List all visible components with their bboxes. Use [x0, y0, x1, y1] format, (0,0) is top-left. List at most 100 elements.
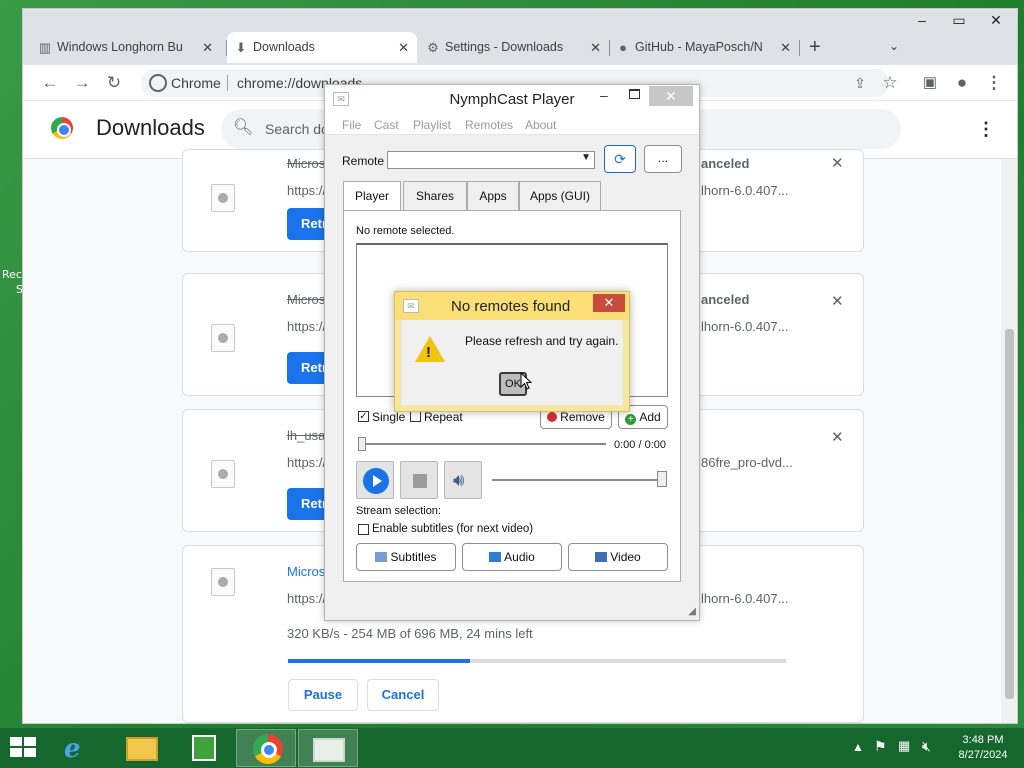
taskbar-file-explorer[interactable]	[112, 729, 172, 767]
volume-slider-handle[interactable]	[657, 471, 667, 487]
menu-kebab-icon[interactable]: ⋮	[981, 70, 1007, 96]
enable-subtitles-checkbox[interactable]	[358, 524, 369, 535]
time-display: 0:00 / 0:00	[614, 439, 666, 451]
download-progress-fill	[288, 659, 470, 663]
close-icon[interactable]: ✕	[831, 292, 844, 310]
close-button[interactable]: ✕	[649, 86, 693, 106]
scroll-thumb[interactable]	[1005, 329, 1014, 699]
file-icon	[211, 184, 235, 212]
maximize-button[interactable]	[629, 89, 640, 99]
tab-shares[interactable]: Shares	[403, 181, 467, 211]
video-button[interactable]: Video	[568, 543, 668, 571]
download-filename[interactable]: Micros	[287, 156, 325, 171]
more-button[interactable]: ...	[644, 145, 682, 173]
menu-cast[interactable]: Cast	[374, 118, 399, 132]
menu-about[interactable]: About	[525, 118, 556, 132]
back-button[interactable]: ←	[37, 70, 63, 96]
menu-file[interactable]: File	[342, 118, 361, 132]
profile-avatar-icon[interactable]: ●	[949, 70, 975, 96]
scrollbar[interactable]	[1001, 159, 1017, 723]
system-clock[interactable]: 3:48 PM 8/27/2024	[948, 733, 1018, 763]
single-label: Single	[372, 410, 406, 424]
taskbar-chrome[interactable]	[236, 729, 296, 767]
remote-select[interactable]: ▼	[387, 151, 595, 169]
pause-button[interactable]: Pause	[288, 679, 358, 711]
tab-player[interactable]: Player	[343, 181, 401, 212]
subtitles-icon	[375, 552, 388, 562]
tab-label: Downloads	[253, 40, 315, 54]
taskbar-store[interactable]	[174, 729, 234, 767]
close-icon[interactable]: ✕	[780, 32, 791, 63]
windows-logo-icon	[10, 748, 22, 757]
taskbar: e ▲ ⚑ ▦ 🔇︎ 3:48 PM 8/27/2024	[0, 728, 1024, 768]
mute-button[interactable]: 🔊︎	[444, 461, 482, 499]
dialog-message: Please refresh and try again.	[465, 334, 619, 348]
taskbar-nymphcast[interactable]	[298, 729, 358, 767]
menu-playlist[interactable]: Playlist	[413, 118, 451, 132]
subtitles-button[interactable]: Subtitles	[356, 543, 456, 571]
download-filename[interactable]: Micros	[287, 292, 325, 307]
minimize-button[interactable]: –	[600, 87, 608, 103]
resize-grip-icon[interactable]: ◢	[688, 606, 696, 617]
refresh-remotes-button[interactable]: ⟳	[604, 145, 636, 173]
close-icon[interactable]: ✕	[398, 32, 409, 63]
close-icon[interactable]: ✕	[831, 428, 844, 446]
close-button[interactable]: ✕	[593, 294, 625, 312]
download-filename[interactable]: lh_usa	[287, 428, 325, 443]
more-options-icon[interactable]: ⋮	[977, 119, 995, 140]
maximize-button[interactable]: ▭	[940, 9, 978, 31]
tab-settings-downloads[interactable]: ⚙ Settings - Downloads ✕	[419, 32, 609, 63]
tab-downloads[interactable]: ⬇ Downloads ✕	[227, 32, 417, 63]
new-tab-button[interactable]: +	[809, 36, 821, 59]
tab-windows-longhorn[interactable]: ▥ Windows Longhorn Bu ✕	[31, 32, 221, 63]
taskbar-internet-explorer[interactable]: e	[50, 729, 110, 767]
desktop-icon-label[interactable]: Rec	[2, 268, 22, 281]
repeat-checkbox[interactable]	[410, 411, 421, 422]
stop-button[interactable]	[400, 461, 438, 499]
enable-subtitles-label: Enable subtitles (for next video)	[372, 523, 534, 535]
nymphcast-titlebar[interactable]: ✉ NymphCast Player – ✕	[325, 85, 699, 115]
windows-logo-icon	[24, 737, 36, 746]
cancel-button[interactable]: Cancel	[367, 679, 439, 711]
repeat-label: Repeat	[424, 410, 463, 424]
window-title: NymphCast Player	[449, 91, 575, 108]
minimize-button[interactable]: –	[903, 9, 941, 31]
reload-button[interactable]: ↻	[101, 70, 127, 96]
internet-explorer-icon: e	[64, 734, 81, 764]
start-button[interactable]	[10, 737, 38, 759]
close-icon[interactable]: ✕	[202, 32, 213, 63]
network-icon[interactable]: ▦	[898, 738, 910, 754]
side-panel-icon[interactable]: ▣	[917, 70, 943, 96]
audio-button[interactable]: Audio	[462, 543, 562, 571]
bookmark-star-icon[interactable]: ☆	[877, 70, 903, 96]
share-icon[interactable]: ⇪	[847, 70, 873, 96]
seek-slider-handle[interactable]	[358, 437, 366, 451]
windows-logo-icon	[10, 737, 22, 746]
close-icon[interactable]: ✕	[590, 32, 601, 63]
tab-search-chevron-icon[interactable]: ⌄	[889, 39, 899, 53]
dialog-titlebar[interactable]: ✉ No remotes found ✕	[395, 292, 629, 320]
show-hidden-icons-icon[interactable]: ▲	[852, 740, 864, 754]
menu-remotes[interactable]: Remotes	[465, 118, 513, 132]
play-button[interactable]	[356, 461, 394, 499]
tab-github[interactable]: ● GitHub - MayaPosch/N ✕	[609, 32, 799, 63]
stream-selection-label: Stream selection:	[356, 505, 441, 517]
volume-slider-track[interactable]	[492, 479, 662, 481]
single-checkbox[interactable]: ✓	[358, 411, 369, 422]
tab-label: Windows Longhorn Bu	[57, 40, 183, 54]
forward-button[interactable]: →	[69, 70, 95, 96]
download-filename[interactable]: Micros	[287, 564, 325, 579]
download-url: lhorn-6.0.407...	[701, 319, 789, 334]
download-url: lhorn-6.0.407...	[701, 183, 789, 198]
tab-apps[interactable]: Apps	[467, 181, 519, 211]
tab-apps-gui[interactable]: Apps (GUI)	[519, 181, 601, 211]
search-input[interactable]: Search do	[265, 121, 329, 137]
action-center-flag-icon[interactable]: ⚑	[874, 738, 887, 755]
volume-muted-icon[interactable]: 🔇︎	[922, 738, 931, 755]
seek-slider-track[interactable]	[362, 443, 606, 445]
chrome-logo-icon	[51, 117, 73, 139]
video-icon	[595, 552, 608, 562]
close-window-button[interactable]: ✕	[977, 9, 1015, 31]
chrome-site-icon	[149, 74, 167, 92]
close-icon[interactable]: ✕	[831, 154, 844, 172]
